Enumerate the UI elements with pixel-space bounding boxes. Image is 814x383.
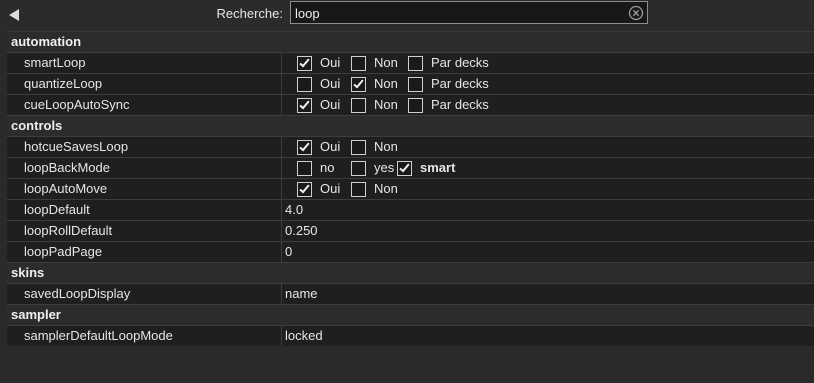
checkmark-icon [299, 98, 310, 109]
search-toolbar: Recherche: [0, 0, 814, 31]
checkmark-icon [353, 77, 364, 88]
setting-value: Oui Non Par decks [283, 53, 814, 73]
option-yes[interactable]: yes [351, 160, 394, 176]
option-non[interactable]: Non [351, 76, 398, 92]
checkbox[interactable] [297, 55, 312, 71]
setting-name: loopDefault [7, 200, 282, 220]
checkbox[interactable] [351, 160, 366, 176]
setting-name: loopPadPage [7, 242, 282, 262]
setting-value[interactable]: name [283, 284, 814, 304]
checkbox[interactable] [297, 97, 312, 113]
option-label: Non [374, 55, 398, 70]
setting-name: hotcueSavesLoop [7, 137, 282, 157]
option-par-decks[interactable]: Par decks [408, 97, 489, 113]
option-label: yes [374, 160, 395, 175]
section-header-controls: controls [7, 116, 814, 137]
option-smart[interactable]: smart [397, 160, 455, 176]
section-header-sampler: sampler [7, 305, 814, 326]
search-label: Recherche: [216, 6, 283, 21]
option-label: Oui [320, 139, 341, 154]
option-label: Oui [320, 97, 341, 112]
option-oui[interactable]: Oui [297, 139, 340, 155]
option-no[interactable]: no [297, 160, 334, 176]
setting-row-loopPadPage: loopPadPage 0 [7, 242, 814, 263]
back-arrow-icon[interactable] [8, 8, 20, 22]
option-label: Par decks [431, 97, 489, 112]
setting-value[interactable]: 0 [283, 242, 814, 262]
option-label: Non [374, 76, 398, 91]
checkmark-icon [299, 140, 310, 151]
search-input[interactable] [295, 4, 615, 22]
checkbox[interactable] [351, 76, 366, 92]
option-label: Par decks [431, 76, 489, 91]
option-label: Non [374, 181, 398, 196]
setting-name: savedLoopDisplay [7, 284, 282, 304]
checkbox[interactable] [351, 181, 366, 197]
option-oui[interactable]: Oui [297, 76, 340, 92]
setting-value: Oui Non Par decks [283, 95, 814, 115]
checkbox[interactable] [297, 139, 312, 155]
checkbox[interactable] [351, 55, 366, 71]
checkbox[interactable] [408, 97, 423, 113]
option-non[interactable]: Non [351, 97, 398, 113]
setting-row-smartLoop: smartLoop Oui Non Par decks [7, 53, 814, 74]
option-non[interactable]: Non [351, 55, 398, 71]
setting-name: loopAutoMove [7, 179, 282, 199]
option-label: Non [374, 139, 398, 154]
section-header-skins: skins [7, 263, 814, 284]
setting-value: no yes smart [283, 158, 814, 178]
checkmark-icon [299, 56, 310, 67]
setting-name: cueLoopAutoSync [7, 95, 282, 115]
checkbox[interactable] [351, 97, 366, 113]
setting-name: smartLoop [7, 53, 282, 73]
setting-value: Oui Non Par decks [283, 74, 814, 94]
option-label: Par decks [431, 55, 489, 70]
setting-value[interactable]: locked [283, 326, 814, 346]
option-label: smart [420, 160, 456, 175]
search-field[interactable] [290, 1, 648, 24]
setting-row-quantizeLoop: quantizeLoop Oui Non Par decks [7, 74, 814, 95]
setting-value: Oui Non [283, 179, 814, 199]
checkbox[interactable] [397, 160, 412, 176]
setting-name: loopRollDefault [7, 221, 282, 241]
checkbox[interactable] [297, 160, 312, 176]
checkbox[interactable] [408, 76, 423, 92]
option-label: Oui [320, 55, 341, 70]
setting-row-loopAutoMove: loopAutoMove Oui Non [7, 179, 814, 200]
setting-row-savedLoopDisplay: savedLoopDisplay name [7, 284, 814, 305]
setting-row-hotcueSavesLoop: hotcueSavesLoop Oui Non [7, 137, 814, 158]
option-oui[interactable]: Oui [297, 55, 340, 71]
section-header-automation: automation [7, 32, 814, 53]
setting-row-cueLoopAutoSync: cueLoopAutoSync Oui Non Par decks [7, 95, 814, 116]
option-oui[interactable]: Oui [297, 97, 340, 113]
option-par-decks[interactable]: Par decks [408, 55, 489, 71]
checkmark-icon [399, 161, 410, 172]
setting-value[interactable]: 0.250 [283, 221, 814, 241]
checkmark-icon [299, 182, 310, 193]
empty-area [0, 346, 814, 383]
checkbox[interactable] [408, 55, 423, 71]
settings-table: automation smartLoop Oui Non Par decks quanti… [7, 31, 814, 347]
option-label: Non [374, 97, 398, 112]
option-label: Oui [320, 181, 341, 196]
checkbox[interactable] [297, 76, 312, 92]
setting-value: Oui Non [283, 137, 814, 157]
checkbox[interactable] [297, 181, 312, 197]
option-non[interactable]: Non [351, 139, 398, 155]
setting-name: quantizeLoop [7, 74, 282, 94]
option-oui[interactable]: Oui [297, 181, 340, 197]
setting-row-loopDefault: loopDefault 4.0 [7, 200, 814, 221]
setting-value[interactable]: 4.0 [283, 200, 814, 220]
checkbox[interactable] [351, 139, 366, 155]
setting-row-loopBackMode: loopBackMode no yes smart [7, 158, 814, 179]
clear-search-icon[interactable] [628, 5, 644, 21]
option-label: no [320, 160, 335, 175]
setting-name: samplerDefaultLoopMode [7, 326, 282, 346]
option-par-decks[interactable]: Par decks [408, 76, 489, 92]
setting-row-samplerDefaultLoopMode: samplerDefaultLoopMode locked [7, 326, 814, 347]
option-label: Oui [320, 76, 341, 91]
setting-name: loopBackMode [7, 158, 282, 178]
option-non[interactable]: Non [351, 181, 398, 197]
setting-row-loopRollDefault: loopRollDefault 0.250 [7, 221, 814, 242]
